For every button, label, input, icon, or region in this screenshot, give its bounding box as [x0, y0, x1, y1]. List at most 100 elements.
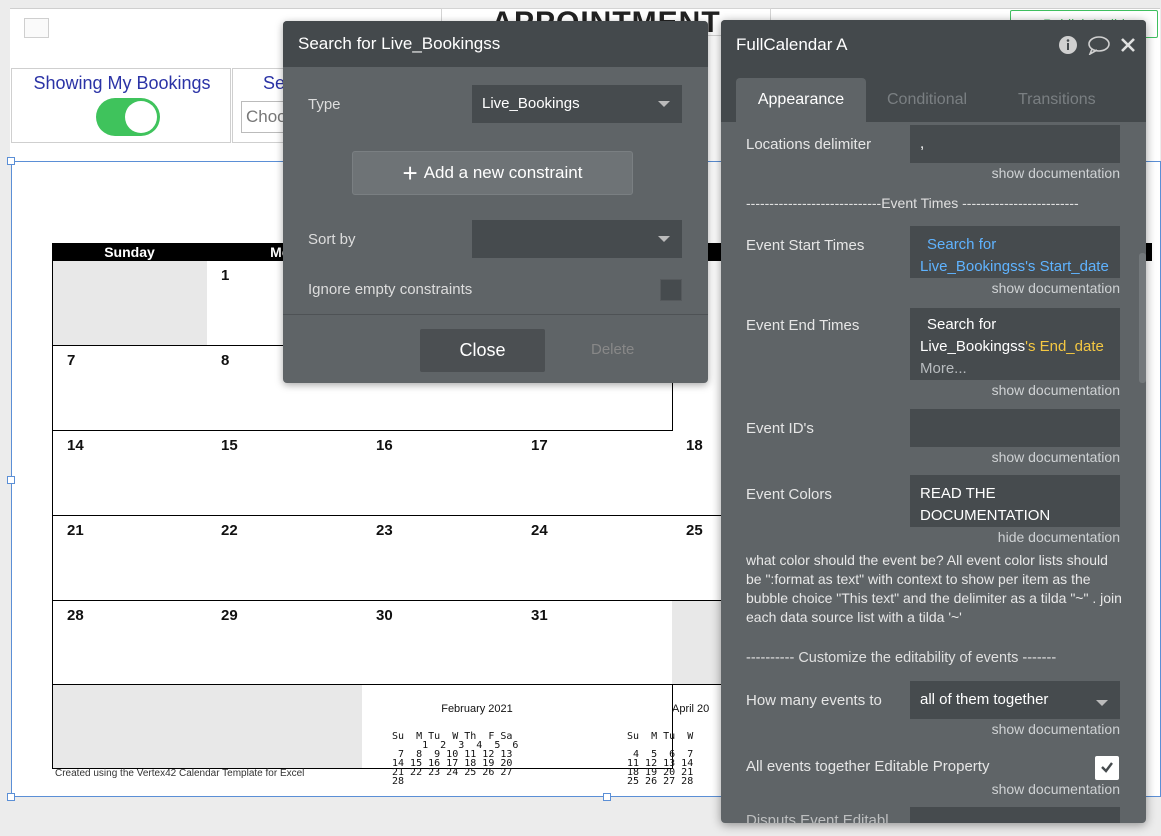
show-documentation-link[interactable]: show documentation	[992, 280, 1120, 296]
day-number: 15	[221, 437, 238, 454]
search-dialog-title: Search for Live_Bookingss	[283, 21, 708, 67]
property-body: Locations delimiter , show documentation…	[721, 122, 1146, 823]
mini-calendar-title: April 20	[672, 703, 710, 715]
plus-icon: +	[402, 158, 418, 188]
calendar-cell: 23	[362, 516, 518, 601]
event-ids-label: Event ID's	[746, 420, 814, 437]
add-constraint-button[interactable]: + Add a new constraint	[352, 151, 633, 195]
calendar-cell: 24	[517, 516, 673, 601]
comment-icon[interactable]	[1087, 20, 1111, 70]
locations-delimiter-label: Locations delimiter	[746, 136, 872, 153]
element-name[interactable]: FullCalendar A	[736, 35, 848, 54]
dynamic-expression: Live_Bookingss	[920, 338, 1026, 355]
calendar-cell	[52, 261, 208, 346]
day-number: 8	[221, 352, 230, 369]
event-start-label: Event Start Times	[746, 237, 865, 254]
panel-scrollbar[interactable]	[1139, 253, 1146, 383]
event-start-field[interactable]: Search for Live_Bookingss's Start_date	[910, 226, 1120, 278]
show-documentation-link[interactable]: show documentation	[992, 382, 1120, 398]
calendar-cell: 22	[207, 516, 363, 601]
property-panel-header: FullCalendar A	[721, 20, 1146, 70]
show-documentation-link[interactable]: show documentation	[992, 721, 1120, 737]
add-constraint-label: Add a new constraint	[423, 163, 583, 182]
mini-calendar-cell: February 2021 Su M Tu W Th F Sa 1 2 3 4 …	[362, 685, 709, 787]
how-many-events-label: How many events to	[746, 692, 882, 709]
tab-appearance[interactable]: Appearance	[736, 78, 866, 122]
calendar-cell: 7	[52, 346, 208, 431]
calendar-cell: 21	[52, 516, 208, 601]
day-number: 1	[221, 267, 230, 284]
day-number: 30	[376, 607, 393, 624]
close-button[interactable]: Close	[420, 329, 545, 372]
calendar-cell: 16	[362, 431, 518, 516]
event-times-separator: -----------------------------Event Times…	[746, 195, 1079, 211]
small-element-box[interactable]	[24, 18, 49, 38]
property-tabs: Appearance Conditional Transitions	[721, 70, 1146, 122]
dynamic-expression: Search for	[927, 316, 997, 333]
day-number: 23	[376, 522, 393, 539]
info-icon[interactable]	[1058, 20, 1078, 70]
sort-by-label: Sort by	[308, 231, 356, 248]
day-number: 17	[531, 437, 548, 454]
mini-calendar-february: February 2021 Su M Tu W Th F Sa 1 2 3 4 …	[392, 687, 562, 804]
all-events-editable-label: All events together Editable Property	[746, 758, 990, 775]
dow-sunday: Sunday	[104, 244, 155, 260]
event-ids-field[interactable]	[910, 409, 1120, 447]
more-link[interactable]: More...	[920, 360, 967, 377]
day-number: 7	[67, 352, 76, 369]
mini-calendar-april: April 20 Su M Tu W 4 5 6 7 11 12 13 14 1…	[627, 687, 727, 804]
show-documentation-link[interactable]: show documentation	[992, 165, 1120, 181]
bookings-toggle[interactable]	[96, 98, 160, 136]
day-number: 18	[686, 437, 703, 454]
show-documentation-link[interactable]: show documentation	[992, 449, 1120, 465]
dynamic-expression: Search for	[927, 236, 997, 253]
showing-bookings-label: Showing My Bookings	[33, 73, 211, 93]
chevron-down-icon	[1096, 700, 1108, 706]
showing-bookings-cell: Showing My Bookings	[11, 68, 231, 143]
search-dialog-footer: Close Delete	[283, 314, 708, 383]
cut-off-field[interactable]	[910, 807, 1120, 823]
calendar-cell: 14	[52, 431, 208, 516]
documentation-text: what color should the event be? All even…	[746, 552, 1122, 625]
event-colors-label: Event Colors	[746, 486, 832, 503]
day-number: 29	[221, 607, 238, 624]
how-many-events-value: all of them together	[920, 691, 1049, 708]
sort-by-dropdown[interactable]	[472, 220, 682, 258]
day-number: 16	[376, 437, 393, 454]
close-icon[interactable]	[1120, 20, 1136, 70]
calendar-cell: 31	[517, 601, 673, 685]
dynamic-expression: Live_Bookingss's Start_date	[920, 258, 1109, 275]
chevron-down-icon	[658, 236, 670, 242]
day-number: 14	[67, 437, 84, 454]
event-end-field[interactable]: Search for Live_Bookingss's End_date Mor…	[910, 308, 1120, 380]
show-documentation-link[interactable]: show documentation	[992, 781, 1120, 797]
tab-transitions[interactable]: Transitions	[1018, 78, 1096, 122]
resize-handle[interactable]	[7, 793, 15, 801]
resize-handle[interactable]	[7, 157, 15, 165]
ignore-empty-checkbox[interactable]	[660, 279, 682, 301]
chevron-down-icon	[658, 101, 670, 107]
mini-calendar-body: Su M Tu W 4 5 6 7 11 12 13 14 18 19 20 2…	[627, 731, 694, 787]
property-editor-panel: FullCalendar A Appearance Conditional Tr…	[721, 20, 1146, 823]
resize-handle[interactable]	[7, 476, 15, 484]
calendar-cell: 15	[207, 431, 363, 516]
calendar-cell	[52, 685, 208, 769]
calendar-cell: 28	[52, 601, 208, 685]
how-many-events-dropdown[interactable]: all of them together	[910, 681, 1120, 719]
day-number: 24	[531, 522, 548, 539]
event-end-label: Event End Times	[746, 317, 860, 334]
tab-conditional[interactable]: Conditional	[887, 78, 967, 122]
all-events-editable-checkbox[interactable]	[1095, 756, 1119, 780]
type-dropdown[interactable]: Live_Bookings	[472, 85, 682, 123]
day-number: 28	[67, 607, 84, 624]
template-credit: Created using the Vertex42 Calendar Temp…	[55, 768, 305, 779]
mini-calendar-body: Su M Tu W Th F Sa 1 2 3 4 5 6 7 8 9 10 1…	[392, 731, 519, 787]
delete-button[interactable]: Delete	[591, 341, 634, 358]
select-label: Se	[263, 73, 286, 93]
resize-handle[interactable]	[603, 793, 611, 801]
day-number: 21	[67, 522, 84, 539]
day-number: 31	[531, 607, 548, 624]
event-colors-field[interactable]: READ THE DOCUMENTATION	[910, 475, 1120, 527]
locations-delimiter-field[interactable]: ,	[910, 125, 1120, 163]
hide-documentation-link[interactable]: hide documentation	[998, 529, 1120, 545]
